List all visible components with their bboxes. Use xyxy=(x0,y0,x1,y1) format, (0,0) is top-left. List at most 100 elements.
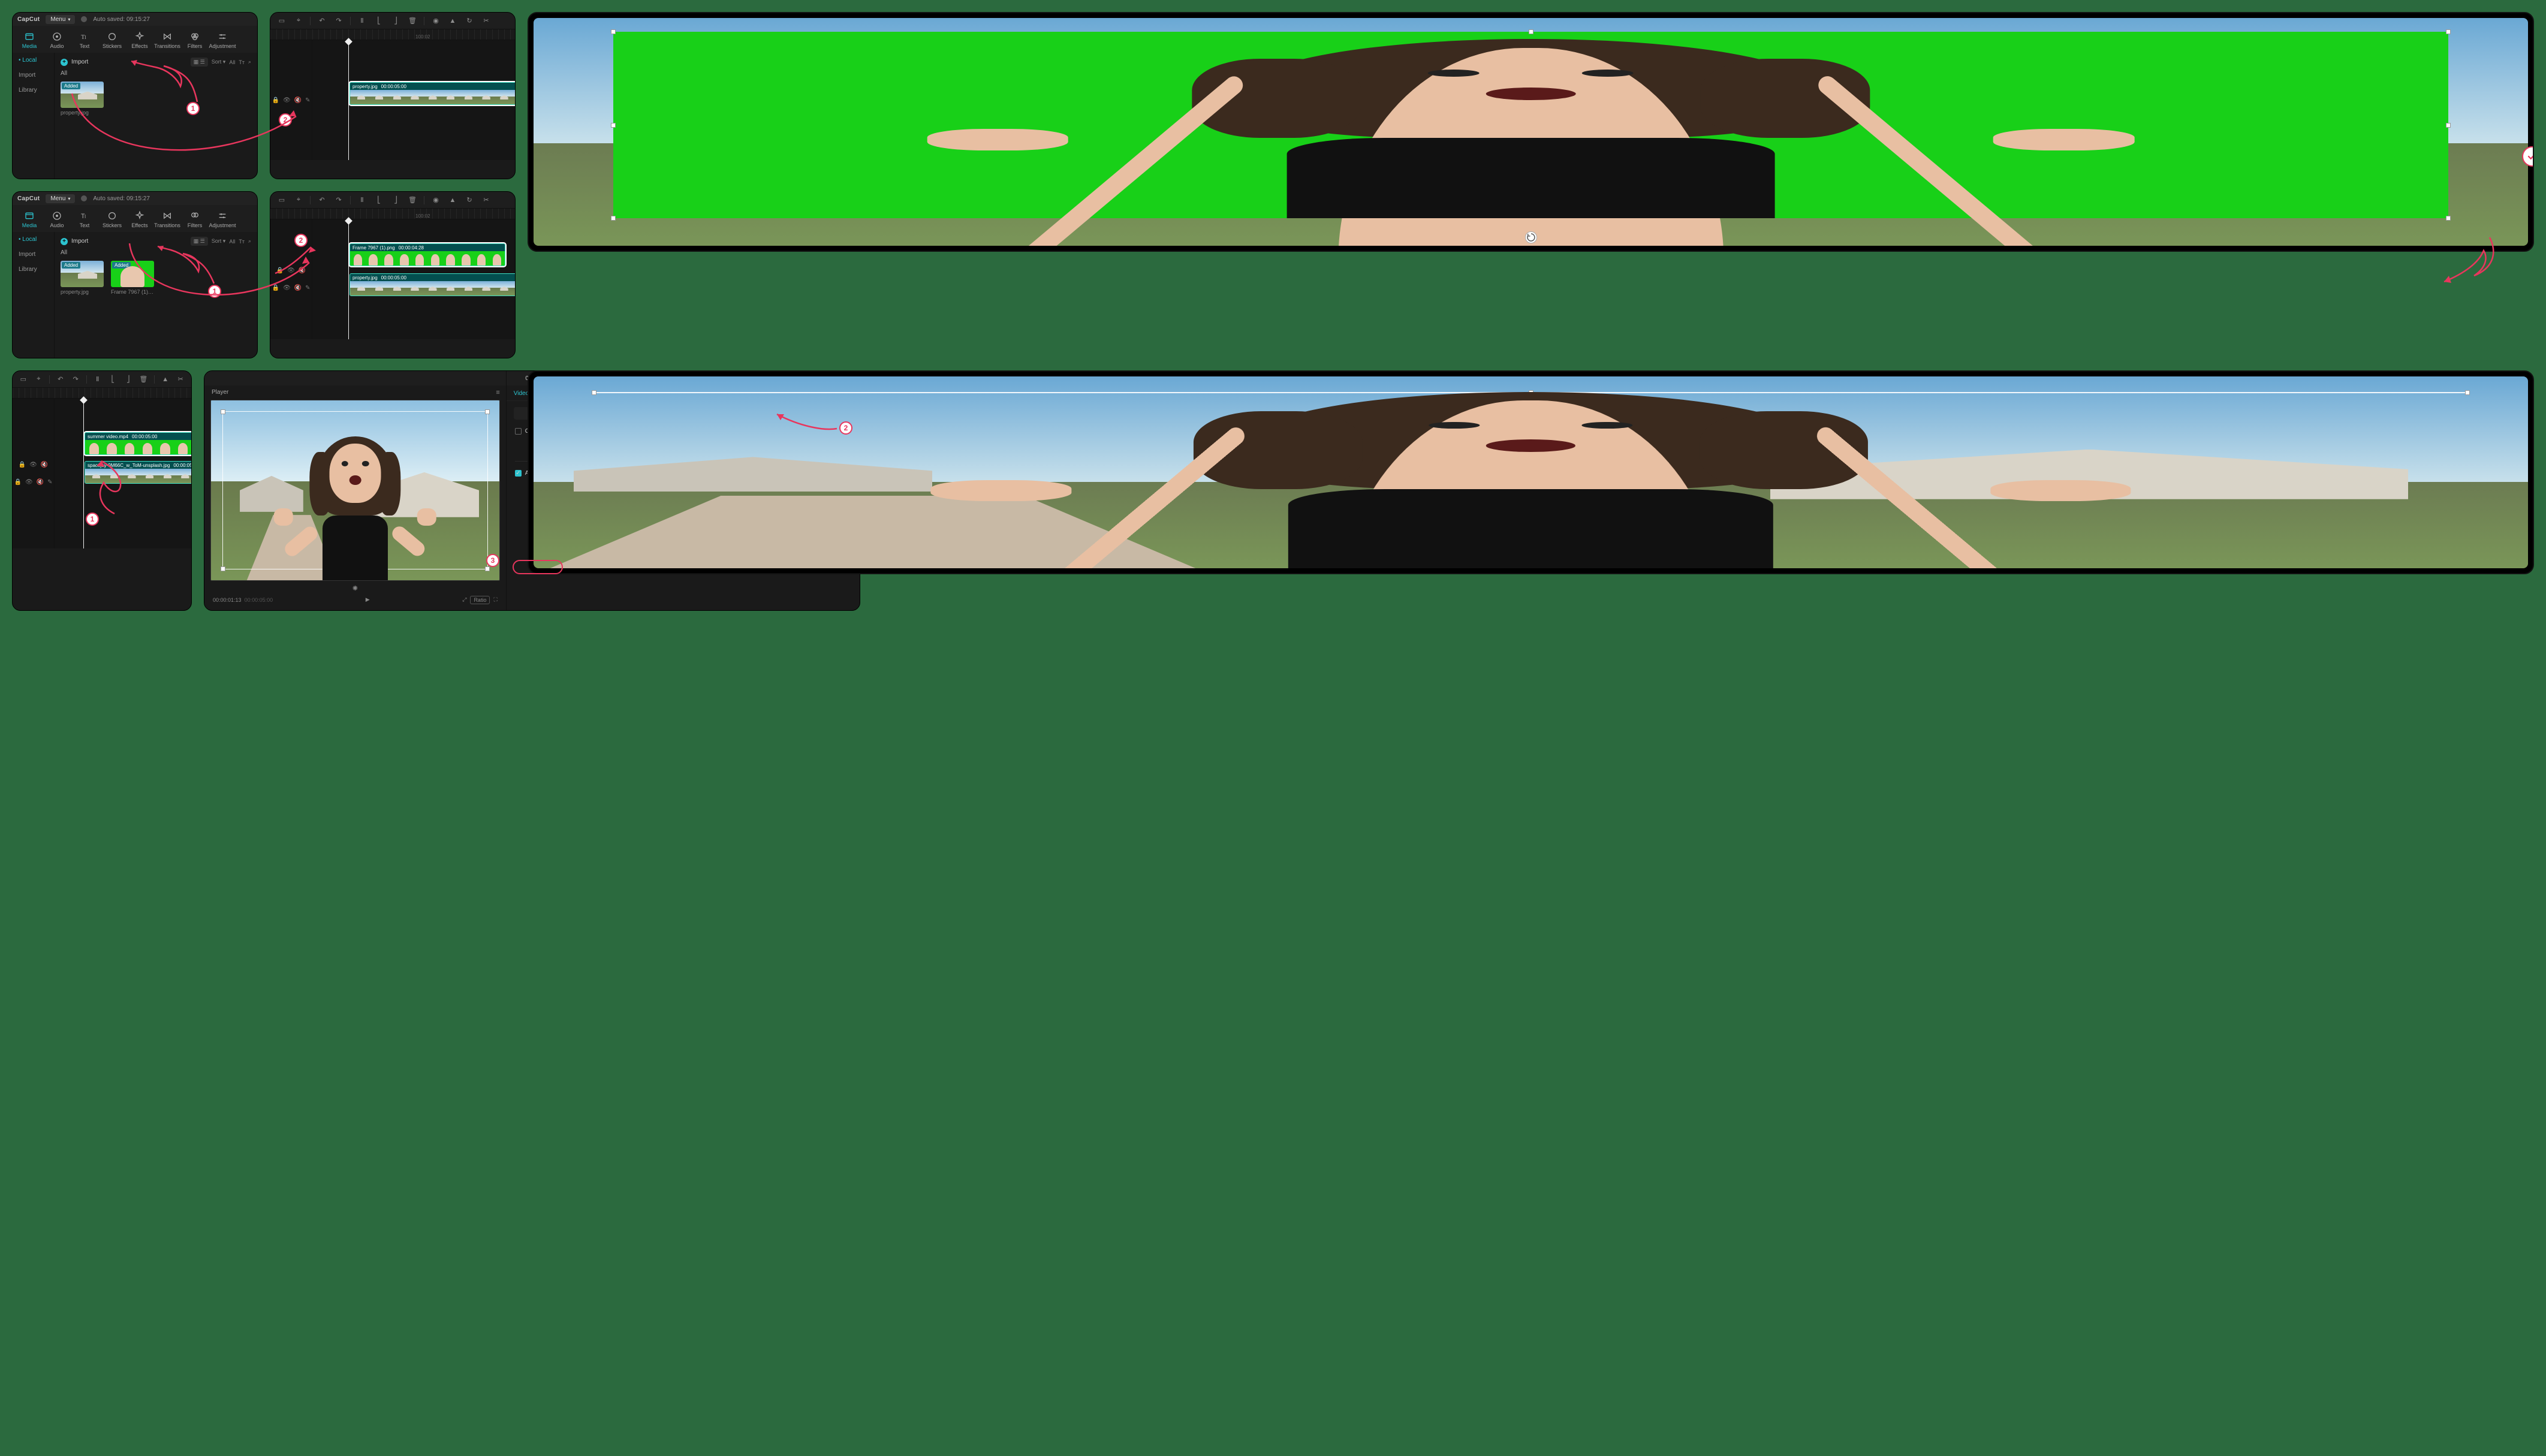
text-size-icon[interactable]: Tᴛ xyxy=(239,59,245,65)
sort-button[interactable]: Sort ▾ xyxy=(212,59,226,65)
nav-transitions[interactable]: Transitions xyxy=(154,29,180,53)
tab-video[interactable]: Video xyxy=(514,390,529,400)
nav-audio[interactable]: Audio xyxy=(44,209,70,232)
nav-text[interactable]: TIText xyxy=(71,29,98,53)
timeline-ruler[interactable]: 100:02 100:04 xyxy=(270,209,515,219)
split-icon[interactable]: Ⅱ xyxy=(93,374,103,385)
crop-icon[interactable]: ✂ xyxy=(481,195,492,206)
redo-icon[interactable]: ↷ xyxy=(71,374,81,385)
undo-icon[interactable]: ↶ xyxy=(317,195,327,206)
quality-icon[interactable]: ✺ xyxy=(210,584,500,592)
play-button[interactable]: ▶ xyxy=(273,596,462,603)
track-controls[interactable]: 🔒👁🔇✎ xyxy=(272,97,311,104)
preview-canvas[interactable] xyxy=(210,400,500,581)
sidebar-import[interactable]: Import xyxy=(13,68,54,83)
pointer-tool-icon[interactable]: ▭ xyxy=(276,16,287,26)
nav-adjustment[interactable]: Adjustment xyxy=(209,209,236,232)
track-controls-2[interactable]: 🔒👁🔇✎ xyxy=(272,285,311,291)
record-icon[interactable]: ◉ xyxy=(430,16,441,26)
menu-button[interactable]: Menu ▾ xyxy=(46,15,75,24)
rotate-icon[interactable]: ↻ xyxy=(464,16,475,26)
nav-stickers[interactable]: Stickers xyxy=(99,209,125,232)
sidebar-import[interactable]: Import xyxy=(13,247,54,262)
player-menu-icon[interactable]: ≡ xyxy=(496,389,499,396)
trim-left-icon[interactable]: ⎣ xyxy=(373,16,384,26)
trim-right-icon[interactable]: ⎦ xyxy=(390,195,401,206)
delete-icon[interactable]: 🗑 xyxy=(407,16,418,26)
media-thumb-property[interactable]: Added property.jpg xyxy=(61,82,104,116)
pointer-tool-icon[interactable]: ▭ xyxy=(276,195,287,206)
delete-icon[interactable]: 🗑 xyxy=(139,374,149,385)
timeline-ruler[interactable] xyxy=(13,388,191,399)
nav-text[interactable]: TIText xyxy=(71,209,98,232)
crop-icon[interactable]: ✂ xyxy=(176,374,186,385)
split-icon[interactable]: Ⅱ xyxy=(357,16,367,26)
nav-filters[interactable]: Filters xyxy=(182,209,208,232)
sidebar-library[interactable]: Library xyxy=(13,83,54,98)
playhead[interactable] xyxy=(83,399,84,548)
mirror-icon[interactable]: ▲ xyxy=(161,374,170,385)
delete-icon[interactable]: 🗑 xyxy=(407,195,418,206)
timeline-ruler[interactable]: 100:02 100:04 xyxy=(270,29,515,40)
sidebar-local[interactable]: • Local xyxy=(13,232,54,247)
nav-effects[interactable]: Effects xyxy=(126,209,153,232)
track-controls-1[interactable]: 🔒👁🔇 xyxy=(19,462,49,468)
record-icon[interactable]: ◉ xyxy=(430,195,441,206)
rotate-icon[interactable]: ↻ xyxy=(464,195,475,206)
nav-effects[interactable]: Effects xyxy=(126,29,153,53)
split-icon[interactable]: Ⅱ xyxy=(357,195,367,206)
rotate-handle[interactable] xyxy=(1525,231,1537,243)
timeline-clip-property[interactable]: property.jpg00:00:05:00 xyxy=(349,273,516,296)
timeline-clip-property[interactable]: property.jpg00:00:05:00 xyxy=(349,82,516,105)
playhead[interactable] xyxy=(348,40,349,160)
sidebar-local[interactable]: • Local xyxy=(13,53,54,68)
trim-right-icon[interactable]: ⎦ xyxy=(123,374,133,385)
trim-left-icon[interactable]: ⎣ xyxy=(373,195,384,206)
search-icon[interactable]: ⌕ xyxy=(248,238,251,245)
trim-left-icon[interactable]: ⎣ xyxy=(108,374,117,385)
filter-all[interactable]: All xyxy=(229,239,235,245)
ratio-selector[interactable]: Ratio xyxy=(470,596,490,604)
playhead[interactable] xyxy=(348,219,349,339)
media-thumb-frame[interactable]: Added Frame 7967 (1).png xyxy=(111,261,154,295)
nav-adjustment[interactable]: Adjustment xyxy=(209,29,236,53)
nav-stickers[interactable]: Stickers xyxy=(99,29,125,53)
redo-icon[interactable]: ↷ xyxy=(333,195,344,206)
mirror-icon[interactable]: ▲ xyxy=(447,16,458,26)
fullscreen-icon[interactable]: ⛶ xyxy=(493,596,497,603)
select-tool-icon[interactable]: ⌖ xyxy=(293,16,304,26)
redo-icon[interactable]: ↷ xyxy=(333,16,344,26)
import-button[interactable]: + Import xyxy=(61,59,88,66)
nav-transitions[interactable]: Transitions xyxy=(154,209,180,232)
crop-icon[interactable]: ✂ xyxy=(481,16,492,26)
undo-icon[interactable]: ↶ xyxy=(317,16,327,26)
view-toggle[interactable]: ▦ ☰ xyxy=(191,237,208,246)
select-tool-icon[interactable]: ⌖ xyxy=(293,195,304,206)
nav-filters[interactable]: Filters xyxy=(182,29,208,53)
timeline-clip-summer[interactable]: summer video.mp400:00:05:00 xyxy=(85,432,192,455)
search-icon[interactable]: ⌕ xyxy=(248,59,251,65)
menu-button[interactable]: Menu▾ xyxy=(46,194,75,203)
track-controls-1[interactable]: 🔒👁🔇 xyxy=(276,267,306,274)
sidebar-library[interactable]: Library xyxy=(13,262,54,277)
track-controls-2[interactable]: 🔒👁🔇✎ xyxy=(14,479,53,486)
nav-media[interactable]: Media xyxy=(16,209,43,232)
media-thumb-property[interactable]: Added property.jpg xyxy=(61,261,104,295)
chroma-key-checkbox[interactable] xyxy=(515,428,522,435)
trim-right-icon[interactable]: ⎦ xyxy=(390,16,401,26)
sort-button[interactable]: Sort ▾ xyxy=(212,238,226,245)
mirror-icon[interactable]: ▲ xyxy=(447,195,458,206)
nav-media[interactable]: Media xyxy=(16,29,43,53)
auto-cutout-checkbox[interactable]: ✓ xyxy=(515,470,522,477)
nav-audio[interactable]: Audio xyxy=(44,29,70,53)
timeline-clip-frame[interactable]: Frame 7967 (1).png00:00:04:28 xyxy=(349,243,505,266)
pointer-tool-icon[interactable]: ▭ xyxy=(19,374,28,385)
import-button[interactable]: +Import xyxy=(61,238,88,245)
scale-fit-icon[interactable]: ⤢ xyxy=(462,596,466,603)
undo-icon[interactable]: ↶ xyxy=(56,374,65,385)
text-size-icon[interactable]: Tᴛ xyxy=(239,239,245,245)
timeline-clip-spacejoy[interactable]: spacejoy-9M66C_w_ToM-unsplash.jpg00:00:0… xyxy=(85,461,192,484)
view-toggle[interactable]: ▦ ☰ xyxy=(191,58,208,67)
select-tool-icon[interactable]: ⌖ xyxy=(34,374,44,385)
filter-all[interactable]: All xyxy=(229,59,235,65)
